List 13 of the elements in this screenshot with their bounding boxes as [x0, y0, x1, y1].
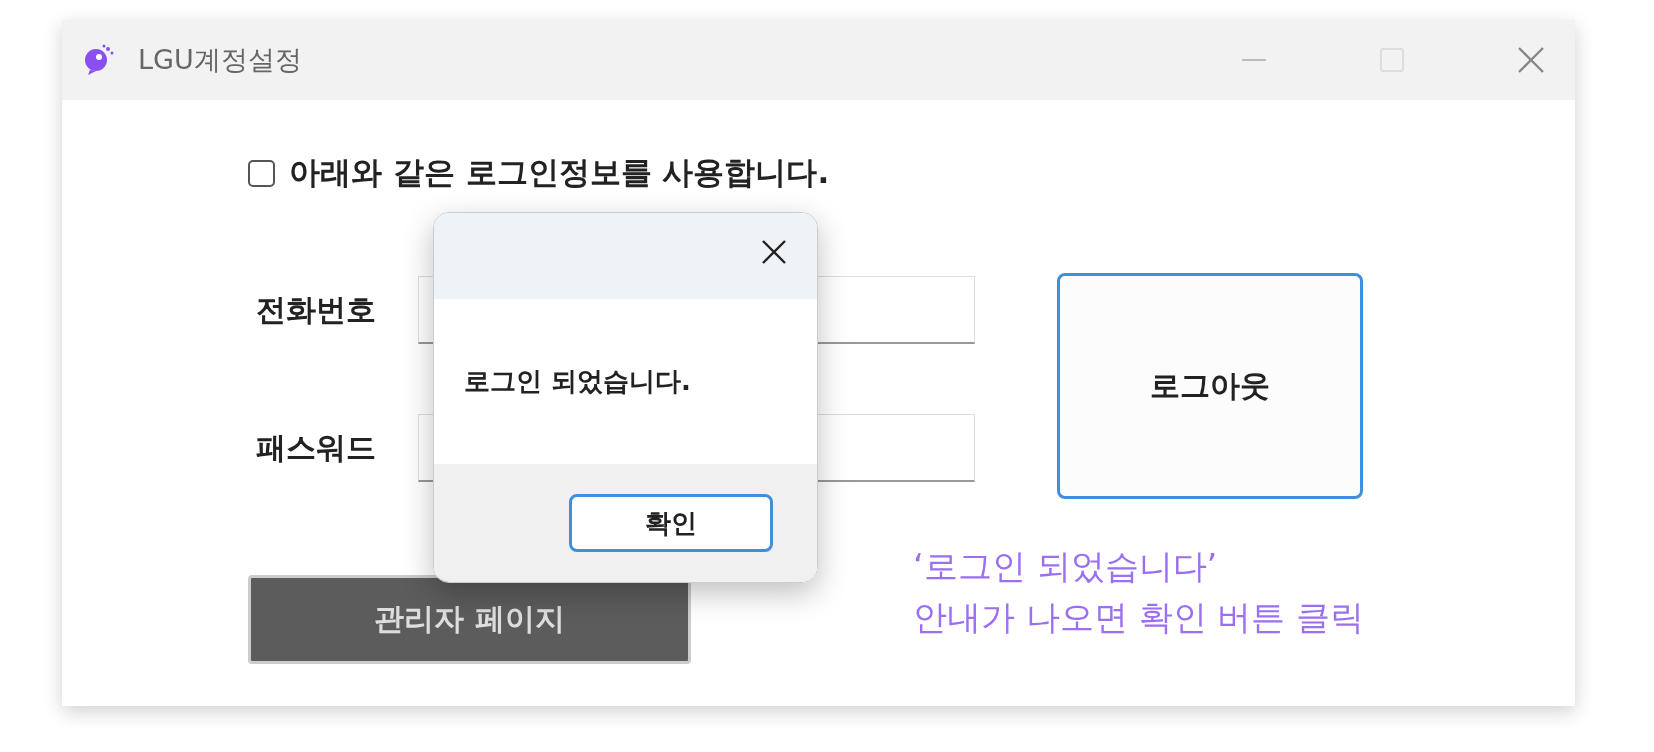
- annotation-text: 안내가 나오면 확인 버튼 클릭: [913, 595, 1365, 638]
- field-label: 전화번호: [255, 290, 377, 329]
- checkbox-label: 아래와 같은 로그인정보를 사용합니다.: [289, 153, 830, 192]
- checkbox[interactable]: [248, 159, 275, 187]
- close-icon[interactable]: [761, 239, 787, 265]
- ok-button[interactable]: 확인: [569, 494, 773, 552]
- logout-button[interactable]: 로그아웃: [1057, 273, 1363, 499]
- window-title: LGU계정설정: [138, 43, 302, 77]
- admin-page-button[interactable]: 관리자 페이지: [248, 575, 691, 664]
- field-label: 패스워드: [255, 428, 377, 467]
- annotation-text: ‘로그인 되었습니다’: [913, 545, 1219, 588]
- dialog-message: 로그인 되었습니다.: [464, 365, 691, 398]
- app-logo-icon: [84, 44, 114, 76]
